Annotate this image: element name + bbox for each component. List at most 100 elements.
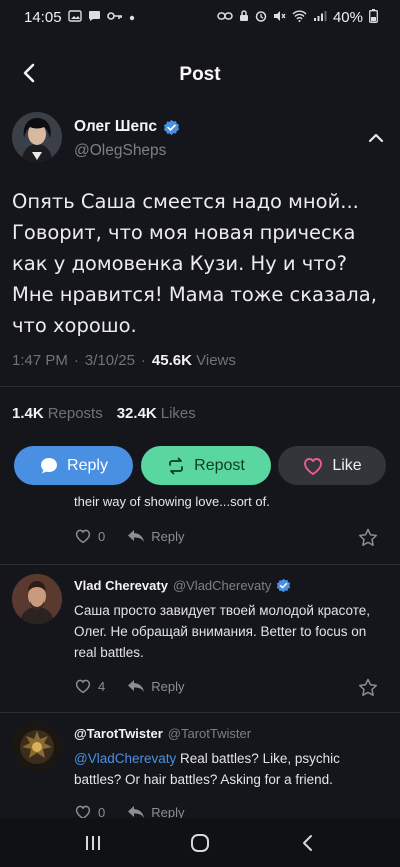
likes-stat[interactable]: 32.4K Likes [117,405,196,422]
image-icon [67,9,82,25]
verified-badge-icon [277,578,291,593]
wifi-icon [292,10,307,25]
post-meta: 1:47 PM · 3/10/25 · 45.6K Views [12,352,236,369]
reply-actions: 0 Reply [74,528,184,544]
reply-text: @VladCherevaty Real battles? Like, psych… [74,748,374,790]
reply-like-button[interactable]: 0 [74,804,105,818]
divider [0,712,400,713]
repost-button-label: Repost [194,456,245,474]
author-name-row: Олег Шепс [74,118,180,136]
reply-item[interactable]: @TarotTwister @TarotTwister @VladChereva… [0,722,400,818]
chat-icon [88,10,101,25]
repost-icon [169,457,184,474]
reply-arrow-icon [128,806,145,818]
reply-author-handle[interactable]: @VladCherevaty [173,578,271,593]
meta-separator: · [140,352,146,369]
reply-reply-button[interactable]: Reply [127,804,185,819]
back-icon [302,834,312,851]
reply-item[interactable]: Vlad Cherevaty @VladCherevaty Саша прост… [0,574,400,714]
reply-like-button[interactable]: 4 [74,678,105,694]
reposts-stat[interactable]: 1.4K Reposts [12,405,103,422]
reply-button[interactable]: Reply [14,446,133,485]
post-stats: 1.4K Reposts 32.4K Likes [12,405,196,422]
post-date: 3/10/25 [84,352,135,369]
reply-text: Саша просто завидует твоей молодой красо… [74,603,370,660]
reply-like-count: 4 [98,678,106,694]
mention-link[interactable]: @VladCherevaty [74,751,176,766]
reposts-count: 1.4K [12,405,44,422]
recent-apps-button[interactable] [73,828,113,858]
likes-label: Likes [160,405,196,422]
reply-author-name[interactable]: Vlad Cherevaty [74,578,168,593]
battery-icon [369,8,378,26]
reply-like-button[interactable]: 0 [74,528,105,544]
status-time: 14:05 [24,8,62,26]
replies-list: their way of showing love...sort of. 0 R… [0,488,400,818]
reply-author-handle[interactable]: @TarotTwister [168,726,251,741]
recent-apps-icon [86,835,101,850]
repost-button[interactable]: Repost [140,446,271,485]
reply-actions: 0 Reply [74,804,184,818]
reply-reply-button[interactable]: Reply [127,529,184,544]
likes-count: 32.4K [116,405,157,422]
reply-arrow-icon [128,530,145,542]
heart-icon [304,457,323,475]
author-name[interactable]: Олег Шепс [74,118,157,136]
like-button[interactable]: Like [278,446,386,485]
reply-reply-label: Reply [151,528,185,544]
meta-separator: · [73,352,79,369]
link-icon [217,10,233,24]
views-label: Views [196,352,236,369]
author-avatar[interactable] [12,112,62,162]
reply-author-name[interactable]: @TarotTwister [74,726,163,741]
action-row: Reply Repost Like [14,446,386,486]
system-nav-bar [0,818,400,867]
collapse-button[interactable] [364,126,388,150]
mute-icon [273,10,286,25]
page-title: Post [179,64,221,85]
back-nav-button[interactable] [287,828,327,858]
reply-avatar[interactable] [12,574,62,624]
divider [0,564,400,565]
author-handle[interactable]: @OlegSheps [74,142,166,160]
heart-icon [75,679,91,694]
dot-icon [129,10,135,24]
battery-percent: 40% [332,8,363,26]
verified-badge-icon [163,119,180,135]
post-text: Опять Саша смеется надо мной... Говорит,… [12,190,377,337]
status-bar: 14:05 40% [0,0,400,34]
chat-bubble-icon [41,457,58,473]
views-count: 45.6K [151,352,192,369]
top-bar: Post [0,52,400,98]
reply-avatar[interactable] [12,722,62,772]
bookmark-icon[interactable] [358,528,378,548]
reply-reply-label: Reply [151,804,185,819]
like-button-label: Like [332,456,362,474]
reply-header: @TarotTwister @TarotTwister [74,726,251,741]
reply-reply-button[interactable]: Reply [127,679,184,694]
heart-icon [75,805,91,818]
reply-reply-label: Reply [151,678,185,694]
home-button[interactable] [180,828,220,858]
reply-button-label: Reply [67,456,108,474]
reply-text: their way of showing love...sort of. [74,494,270,509]
reply-arrow-icon [128,680,145,692]
chevron-up-icon [368,133,384,143]
reply-like-count: 0 [98,804,106,819]
heart-icon [75,529,91,544]
status-right: 40% [217,8,378,26]
post-time: 1:47 PM [12,352,68,369]
reply-header: Vlad Cherevaty @VladCherevaty [74,578,291,593]
post-author: Олег Шепс @OlegSheps [12,112,388,168]
bookmark-icon[interactable] [358,678,378,698]
lock-icon [239,9,249,25]
home-icon [190,833,209,852]
reposts-label: Reposts [47,405,103,422]
key-icon [106,10,123,24]
divider [0,386,400,387]
reply-like-count: 0 [98,528,106,544]
reply-actions: 4 Reply [74,678,184,694]
alarm-icon [255,10,267,25]
status-left: 14:05 [24,9,135,26]
signal-icon [313,10,327,25]
